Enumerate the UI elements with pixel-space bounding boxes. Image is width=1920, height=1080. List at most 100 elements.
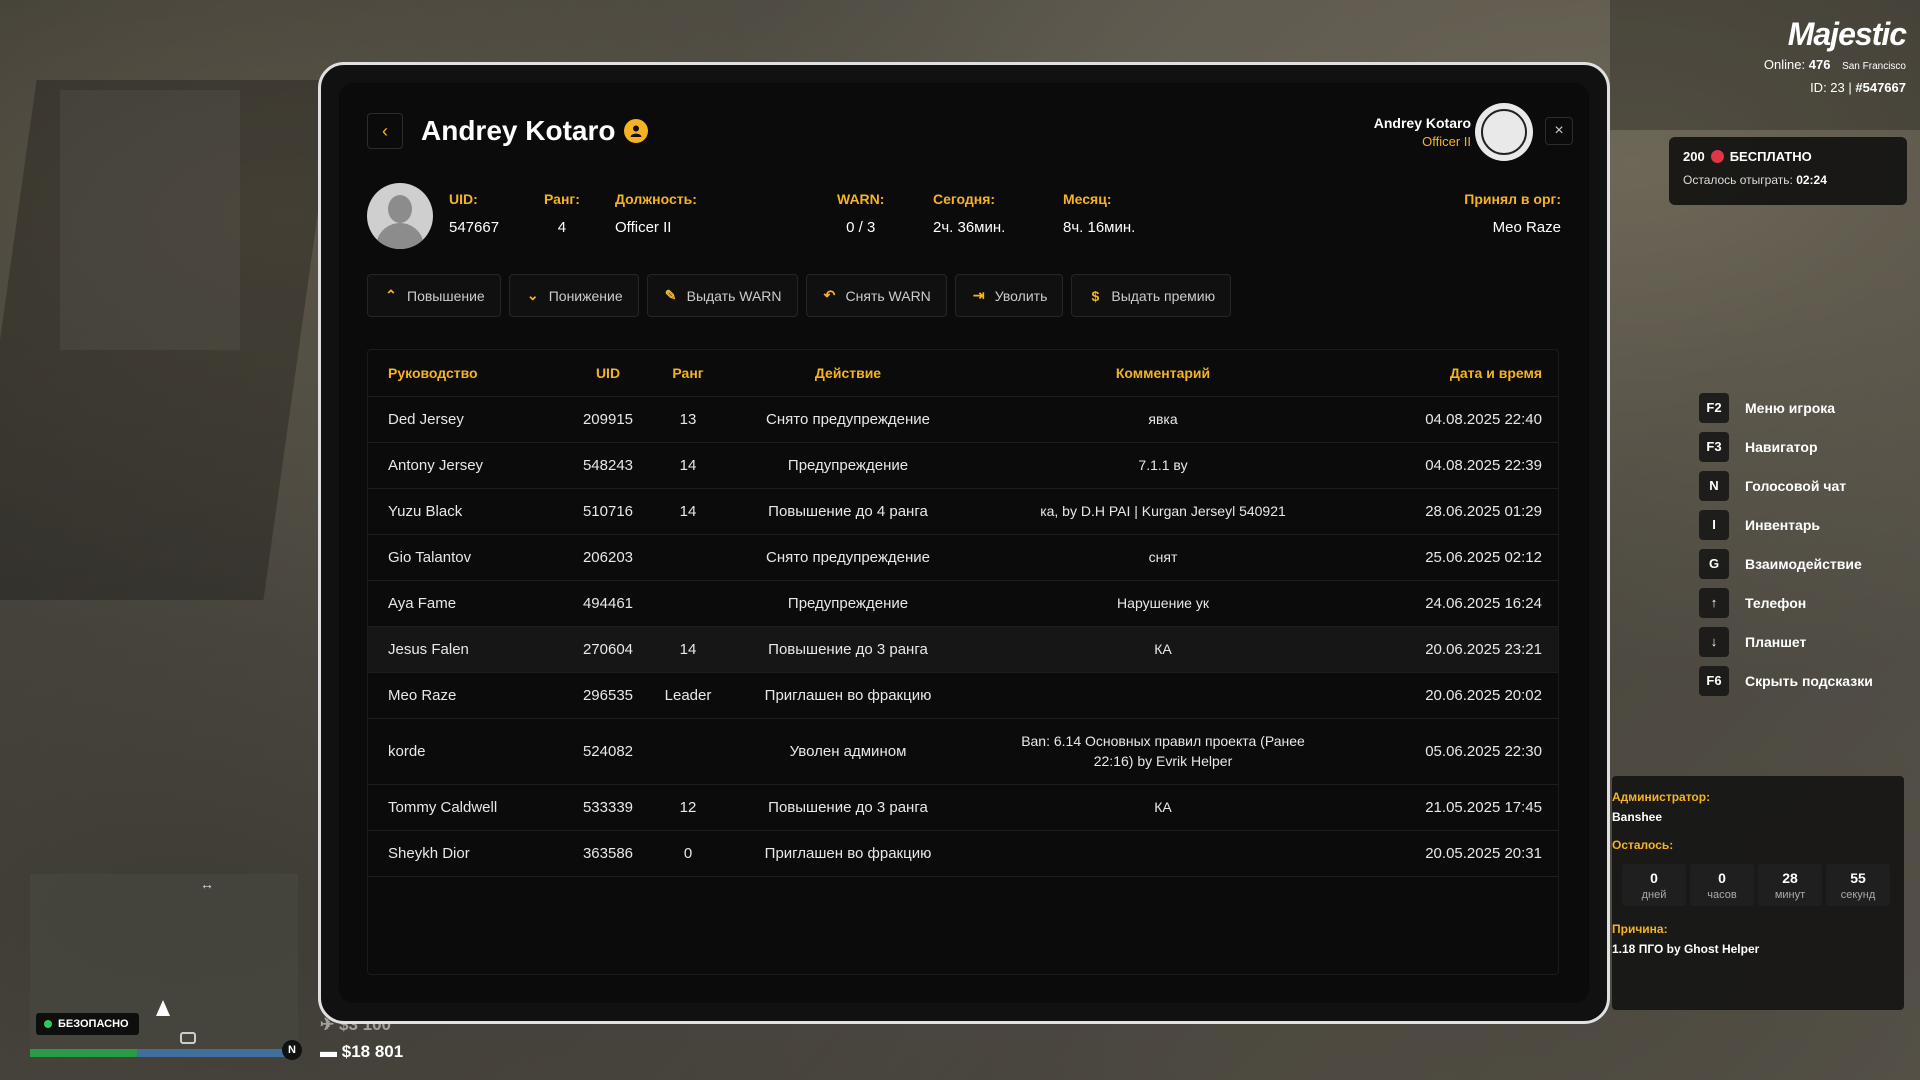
action-label: Выдать WARN — [686, 287, 782, 304]
give-warn-button[interactable]: ✎ Выдать WARN — [646, 274, 798, 317]
action-label: Снять WARN — [845, 287, 931, 304]
reason-text: 1.18 ПГО by Ghost Helper — [1612, 942, 1760, 956]
table-row[interactable]: Aya Fame 494461 Предупреждение Нарушение ук… — [368, 580, 1558, 627]
give-bonus-button[interactable]: $ Выдать премию — [1071, 274, 1232, 317]
col-action: Действие — [718, 350, 978, 397]
hotkey-key: F3 — [1699, 431, 1729, 462]
cell-action: Повышение до 3 ранга — [718, 626, 978, 673]
tablet: ‹ Andrey Kotaro Andrey Kotaro Officer II… — [318, 62, 1610, 1024]
player-arrow-icon — [156, 1000, 170, 1016]
hotkey-row: ↑ Телефон — [1699, 583, 1873, 622]
cell-comment: Ban: 6.14 Основных правил проекта (Ранее… — [978, 718, 1348, 785]
cell-action: Предупреждение — [718, 580, 978, 627]
table-row[interactable]: Meo Raze 296535 Leader Приглашен во фракцию… — [368, 672, 1558, 719]
cell-uid: 494461 — [558, 580, 658, 627]
chevron-left-icon: ‹ — [382, 120, 388, 141]
tablet-screen: ‹ Andrey Kotaro Andrey Kotaro Officer II… — [339, 83, 1589, 1003]
table-row[interactable]: Yuzu Black 510716 14 Повышение до 4 ранга ка… — [368, 488, 1558, 535]
hotkey-key: I — [1699, 509, 1729, 540]
cell-datetime: 04.08.2025 22:39 — [1348, 442, 1558, 489]
online-label: Online: — [1763, 57, 1806, 72]
cell-comment — [978, 830, 1348, 877]
bonus-remaining-time: 02:24 — [1796, 173, 1827, 187]
cell-comment: ка, by D.H PAI | Kurgan Jerseyl 540921 — [978, 488, 1348, 535]
timer-cell: 0 дней — [1622, 864, 1686, 906]
cell-rank: 14 — [658, 626, 718, 673]
city-name: San Francisco — [1842, 61, 1906, 72]
hotkey-row: F2 Меню игрока — [1699, 388, 1873, 427]
hotkey-key: G — [1699, 548, 1729, 579]
resize-icon[interactable]: ↔ — [200, 876, 214, 892]
cell-comment: КА — [978, 784, 1348, 831]
cell-action: Повышение до 4 ранга — [718, 488, 978, 535]
demote-button[interactable]: ⌄ Понижение — [508, 274, 639, 317]
hotkey-key: N — [1699, 470, 1729, 501]
close-icon: × — [1554, 122, 1564, 139]
player-id-label: ID: 23 | — [1810, 80, 1852, 95]
cell-rank — [658, 718, 718, 785]
table-row[interactable]: Gio Talantov 206203 Снято предупреждение сн… — [368, 534, 1558, 581]
countdown-timer: 0 дней 0 часов 28 минут 55 секунд — [1622, 864, 1904, 906]
admin-punishment-panel: Администратор: Banshee Осталось: 0 дней 0 ч… — [1612, 776, 1904, 1010]
cell-uid: 270604 — [558, 626, 658, 673]
table-row[interactable]: Jesus Falen 270604 14 Повышение до 3 ранга К… — [368, 626, 1558, 673]
money-value: $18 801 — [341, 1042, 404, 1061]
player-id: ID: 23 | #547667 — [1764, 80, 1906, 95]
status-bars: N — [30, 1040, 302, 1060]
table-row[interactable]: Antony Jersey 548243 14 Предупреждение 7.1.1… — [368, 442, 1558, 489]
action-label: Уволить — [994, 287, 1048, 304]
online-counter: Online: 476 San Francisco — [1764, 57, 1906, 72]
cell-rank: 0 — [658, 830, 718, 877]
action-toolbar: ⌃ Повышение ⌄ Понижение ✎ Выдать WARN ↶ Снять W… — [367, 274, 1232, 317]
cell-leader: Tommy Caldwell — [368, 784, 558, 831]
action-label: Выдать премию — [1111, 287, 1216, 304]
hotkey-row: N Голосовой чат — [1699, 466, 1873, 505]
timer-cell: 28 минут — [1758, 864, 1822, 906]
timer-cell: 55 секунд — [1826, 864, 1890, 906]
cell-rank: 12 — [658, 784, 718, 831]
shield-icon — [44, 1020, 52, 1028]
cell-datetime: 20.06.2025 20:02 — [1348, 672, 1558, 719]
back-button[interactable]: ‹ — [367, 113, 403, 149]
hotkey-label: Телефон — [1745, 594, 1807, 611]
timer-unit: минут — [1774, 889, 1806, 901]
table-row[interactable]: Sheykh Dior 363586 0 Приглашен во фракцию 20… — [368, 830, 1558, 877]
cell-leader: Ded Jersey — [368, 396, 558, 443]
col-datetime: Дата и время — [1348, 350, 1558, 397]
avatar — [367, 183, 433, 249]
coin-icon: $ — [1091, 287, 1100, 304]
hotkey-label: Взаимодействие — [1745, 555, 1862, 572]
hotkey-row: ↓ Планшет — [1699, 622, 1873, 661]
viewer-info: Andrey Kotaro Officer II — [1374, 115, 1471, 149]
close-button[interactable]: × — [1545, 117, 1573, 145]
field-rank: Ранг: 4 — [544, 191, 580, 236]
table-row[interactable]: Tommy Caldwell 533339 12 Повышение до 3 ран… — [368, 784, 1558, 831]
table-row[interactable]: korde 524082 Уволен админом Ban: 6.14 Основ… — [368, 718, 1558, 785]
cell-comment: явка — [978, 396, 1348, 443]
timer-value: 0 — [1718, 870, 1726, 886]
hotkey-label: Инвентарь — [1745, 516, 1820, 533]
user-icon — [624, 119, 648, 143]
undo-icon: ↶ — [823, 287, 836, 303]
table-header-row: Руководство UID Ранг Действие Комментари… — [368, 350, 1558, 397]
cell-datetime: 05.06.2025 22:30 — [1348, 718, 1558, 785]
cell-action: Предупреждение — [718, 442, 978, 489]
promote-button[interactable]: ⌃ Повышение — [367, 274, 501, 317]
cell-comment: 7.1.1 ву — [978, 442, 1348, 489]
fire-button[interactable]: ⇥ Уволить — [954, 274, 1064, 317]
cell-rank — [658, 534, 718, 581]
cell-rank: 14 — [658, 442, 718, 489]
cell-leader: Aya Fame — [368, 580, 558, 627]
cell-comment: Нарушение ук — [978, 580, 1348, 627]
hotkey-row: I Инвентарь — [1699, 505, 1873, 544]
safe-zone-badge: БЕЗОПАСНО — [36, 1013, 139, 1035]
bonus-text: БЕСПЛАТНО — [1729, 149, 1812, 164]
timer-value: 0 — [1650, 870, 1658, 886]
col-leader: Руководство — [368, 350, 558, 397]
department-seal-icon — [1475, 103, 1533, 161]
remove-warn-button[interactable]: ↶ Снять WARN — [805, 274, 947, 317]
cell-action: Повышение до 3 ранга — [718, 784, 978, 831]
cell-action: Приглашен во фракцию — [718, 672, 978, 719]
cell-datetime: 04.08.2025 22:40 — [1348, 396, 1558, 443]
table-row[interactable]: Ded Jersey 209915 13 Снято предупреждение яв… — [368, 396, 1558, 443]
